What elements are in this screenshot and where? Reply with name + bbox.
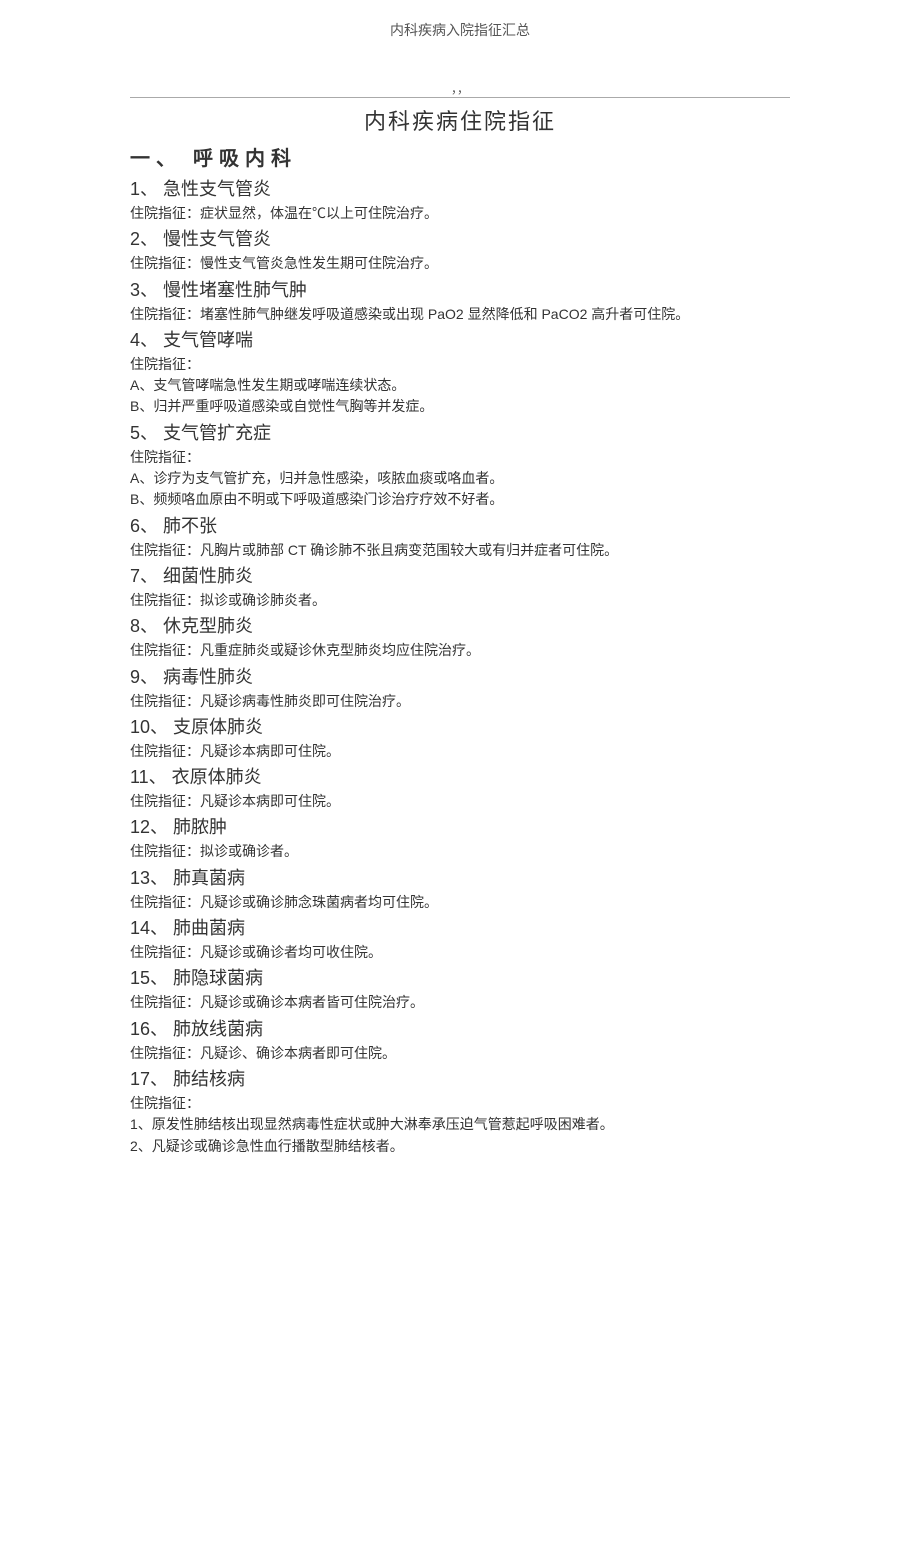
item-title: 4、 支气管哮喘 [130, 326, 790, 352]
body-line: A、诊疗为支气管扩充，归并急性感染，咳脓血痰或咯血者。 [130, 468, 790, 488]
item-title: 2、 慢性支气管炎 [130, 225, 790, 251]
body-line: 住院指征：慢性支气管炎急性发生期可住院治疗。 [130, 253, 790, 273]
page-header: 内科疾病入院指征汇总 [130, 20, 790, 40]
body-line: 住院指征：症状显然，体温在℃以上可住院治疗。 [130, 203, 790, 223]
body-line: 住院指征：凡疑诊或确诊者均可收住院。 [130, 942, 790, 962]
body-line: 住院指征：凡疑诊、确诊本病者即可住院。 [130, 1043, 790, 1063]
body-line: 住院指征：凡疑诊本病即可住院。 [130, 791, 790, 811]
body-line: 住院指征：凡重症肺炎或疑诊休克型肺炎均应住院治疗。 [130, 640, 790, 660]
main-title: 内科疾病住院指征 [130, 104, 790, 136]
item-title: 9、 病毒性肺炎 [130, 663, 790, 689]
body-line: 住院指征： [130, 354, 790, 374]
item-title: 15、 肺隐球菌病 [130, 964, 790, 990]
body-line: 住院指征：拟诊或确诊肺炎者。 [130, 590, 790, 610]
body-line: 2、凡疑诊或确诊急性血行播散型肺结核者。 [130, 1136, 790, 1156]
item-title: 5、 支气管扩充症 [130, 419, 790, 445]
item-title: 13、 肺真菌病 [130, 864, 790, 890]
section-heading: 一、 呼吸内科 [130, 142, 790, 171]
body-line: 住院指征：凡疑诊本病即可住院。 [130, 741, 790, 761]
body-line: 住院指征：凡疑诊或确诊本病者皆可住院治疗。 [130, 992, 790, 1012]
body-line: 住院指征：拟诊或确诊者。 [130, 841, 790, 861]
item-title: 12、 肺脓肿 [130, 813, 790, 839]
item-title: 3、 慢性堵塞性肺气肿 [130, 276, 790, 302]
body-line: 住院指征：凡疑诊病毒性肺炎即可住院治疗。 [130, 691, 790, 711]
item-title: 1、 急性支气管炎 [130, 175, 790, 201]
item-title: 16、 肺放线菌病 [130, 1015, 790, 1041]
item-title: 14、 肺曲菌病 [130, 914, 790, 940]
body-line: 住院指征：堵塞性肺气肿继发呼吸道感染或出现 PaO2 显然降低和 PaCO2 高… [130, 304, 790, 324]
body-line: 1、原发性肺结核出现显然病毒性症状或肿大淋奉承压迫气管惹起呼吸困难者。 [130, 1114, 790, 1134]
item-title: 10、 支原体肺炎 [130, 713, 790, 739]
top-commas: ，， [130, 80, 790, 97]
body-line: 住院指征： [130, 1093, 790, 1113]
horizontal-rule [130, 97, 790, 98]
body-line: 住院指征：凡疑诊或确诊肺念珠菌病者均可住院。 [130, 892, 790, 912]
item-title: 7、 细菌性肺炎 [130, 562, 790, 588]
body-line: B、频频咯血原由不明或下呼吸道感染门诊治疗疗效不好者。 [130, 489, 790, 509]
body-line: 住院指征： [130, 447, 790, 467]
body-line: 住院指征：凡胸片或肺部 CT 确诊肺不张且病变范围较大或有归并症者可住院。 [130, 540, 790, 560]
item-title: 8、 休克型肺炎 [130, 612, 790, 638]
item-title: 6、 肺不张 [130, 512, 790, 538]
body-line: B、归并严重呼吸道感染或自觉性气胸等并发症。 [130, 396, 790, 416]
item-title: 17、 肺结核病 [130, 1065, 790, 1091]
items-container: 1、 急性支气管炎住院指征：症状显然，体温在℃以上可住院治疗。2、 慢性支气管炎… [130, 175, 790, 1156]
body-line: A、支气管哮喘急性发生期或哮喘连续状态。 [130, 375, 790, 395]
item-title: 11、 衣原体肺炎 [130, 763, 790, 789]
